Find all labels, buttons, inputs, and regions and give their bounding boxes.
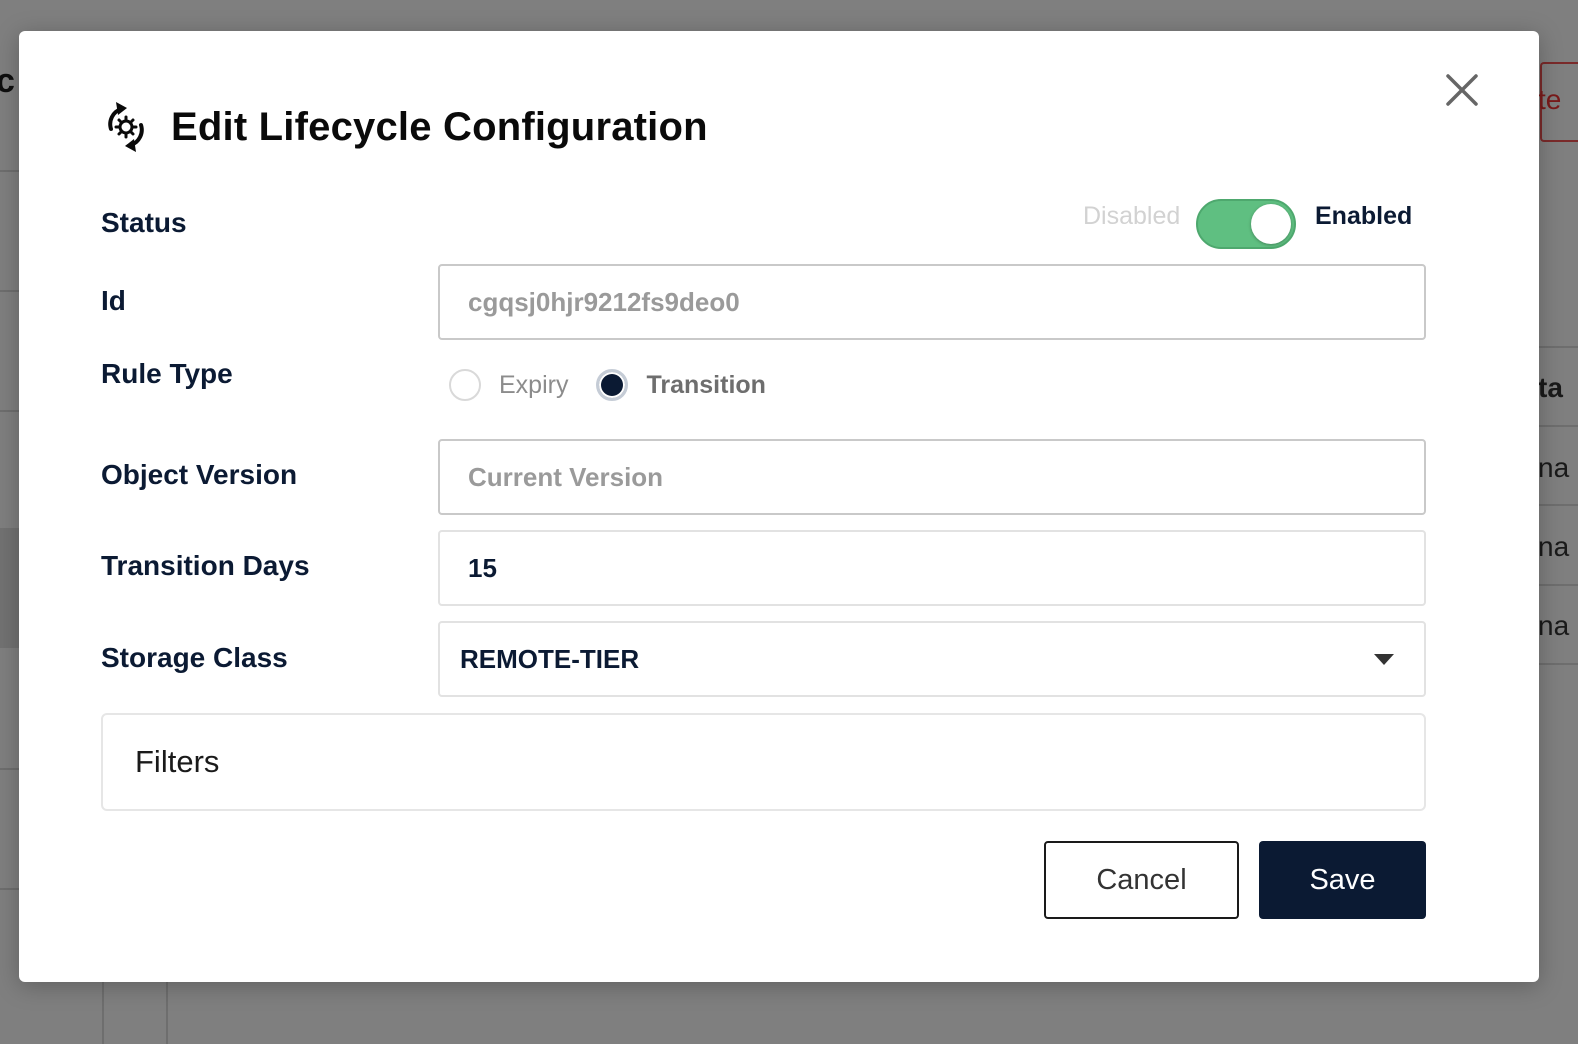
modal-header: Edit Lifecycle Configuration <box>101 99 708 155</box>
transition-days-input[interactable]: 15 <box>438 530 1426 606</box>
background-row-highlight <box>0 528 19 648</box>
background-column-header: ta <box>1538 372 1563 403</box>
modal-title: Edit Lifecycle Configuration <box>171 104 708 149</box>
transition-radio-label[interactable]: Transition <box>646 371 765 400</box>
rule-type-label: Rule Type <box>101 358 233 389</box>
storage-class-value: REMOTE-TIER <box>460 643 640 674</box>
save-button[interactable]: Save <box>1259 841 1426 919</box>
background-cell: na <box>1538 452 1570 483</box>
filters-accordion[interactable]: Filters <box>101 713 1426 811</box>
close-button[interactable] <box>1443 71 1481 109</box>
id-field[interactable]: cgqsj0hjr9212fs9deo0 <box>438 264 1426 340</box>
background-cell: na <box>1538 531 1570 562</box>
storage-class-label: Storage Class <box>101 642 288 673</box>
status-label: Status <box>101 207 187 238</box>
chevron-down-icon <box>1374 653 1394 665</box>
background-divider <box>166 982 168 1044</box>
close-icon <box>1446 74 1478 106</box>
id-label: Id <box>101 285 126 316</box>
background-divider <box>0 888 19 890</box>
object-version-label: Object Version <box>101 459 298 490</box>
background-divider <box>0 410 19 412</box>
background-divider <box>0 170 19 172</box>
cancel-button[interactable]: Cancel <box>1044 841 1239 919</box>
transition-days-label: Transition Days <box>101 550 310 581</box>
transition-radio[interactable] <box>596 369 629 401</box>
background-divider <box>0 768 19 770</box>
background-divider <box>0 290 19 292</box>
background-heading-fragment: c <box>0 62 15 100</box>
expiry-radio[interactable] <box>449 369 481 401</box>
background-divider <box>1539 346 1578 348</box>
edit-lifecycle-modal: Edit Lifecycle Configuration Status Disa… <box>19 31 1539 982</box>
storage-class-select[interactable]: REMOTE-TIER <box>438 621 1426 697</box>
status-toggle[interactable] <box>1196 199 1296 249</box>
background-divider <box>1539 425 1578 427</box>
toggle-knob <box>1251 204 1291 244</box>
background-divider <box>1539 663 1578 665</box>
background-divider <box>1539 504 1578 506</box>
rule-type-radio-group: Expiry Transition <box>449 369 794 401</box>
object-version-field[interactable]: Current Version <box>438 439 1426 515</box>
toggle-off-label: Disabled <box>1083 202 1181 230</box>
toggle-on-label: Enabled <box>1315 202 1413 230</box>
background-cell: na <box>1538 610 1570 641</box>
lifecycle-arrows-gear-icon <box>108 102 144 152</box>
expiry-radio-label[interactable]: Expiry <box>499 371 568 400</box>
background-divider <box>102 982 104 1044</box>
background-divider <box>1539 584 1578 586</box>
background-button-label: te <box>1538 84 1562 115</box>
